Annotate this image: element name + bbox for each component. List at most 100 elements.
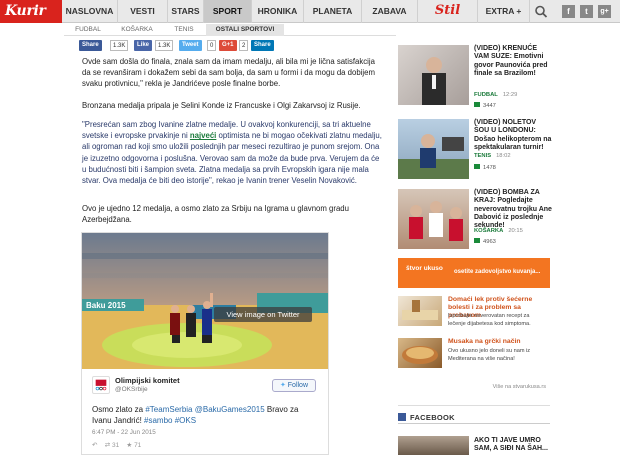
nav-tab-zabava[interactable]: ZABAVA (362, 0, 418, 23)
linkedin-share-button[interactable]: Share (251, 40, 274, 51)
comments-icon (474, 164, 480, 169)
related-news-item[interactable]: (VIDEO) BOMBA ZA KRAJ: Pogledajte nevero… (398, 189, 553, 257)
site-logo[interactable]: Kurir (0, 0, 62, 23)
article-inline-link[interactable]: najveći (190, 131, 216, 140)
recipe-item[interactable]: Domaći lek protiv šećerne bolesti i za p… (398, 296, 550, 330)
news-category[interactable]: KOŠARKA (474, 228, 503, 234)
news-meta: FUDBAL 12:29 (474, 92, 517, 98)
reply-icon[interactable]: ↶ (92, 442, 97, 449)
article-paragraph-1: Ovde sam došla do finala, znala sam da i… (82, 57, 375, 89)
news-category[interactable]: FUDBAL (474, 92, 498, 98)
sidebar-divider (398, 405, 550, 406)
hashtag-link[interactable]: #TeamSerbia (145, 405, 192, 414)
tweet-timestamp[interactable]: 6:47 PM - 22 Jun 2015 (92, 429, 156, 436)
tweet-author-name[interactable]: Olimpijski komitet (115, 376, 180, 385)
tweet-button[interactable]: Tweet (179, 40, 202, 51)
nav-stil-logo[interactable]: Stil (418, 0, 478, 23)
google-plus-button[interactable]: G+1 (219, 40, 237, 51)
google-plus-icon[interactable]: g+ (598, 5, 611, 18)
facebook-like-button[interactable]: Like (134, 40, 153, 51)
subnav-tab-tenis[interactable]: TENIS (162, 24, 206, 36)
subnav-tab-fudbal[interactable]: FUDBAL (64, 24, 112, 36)
favorite-count: 71 (134, 442, 142, 449)
article-quote-paragraph: "Presrećan sam zbog Ivanine zlatne medal… (82, 119, 382, 186)
nav-tab-stars[interactable]: STARS (168, 0, 204, 23)
embedded-tweet: Baku 2015 View image on Twitter Olimpijs… (81, 232, 329, 455)
hashtag-link[interactable]: #sambo (144, 416, 172, 425)
facebook-icon (398, 413, 406, 421)
sport-subnavigation: FUDBAL KOŠARKA TENIS OSTALI SPORTOVI (64, 24, 396, 36)
news-thumbnail[interactable] (398, 189, 469, 249)
news-meta: KOŠARKA 20:15 (474, 228, 523, 234)
twitter-icon[interactable]: t (580, 5, 593, 18)
news-time: 12:29 (502, 92, 518, 98)
news-count: 3447 (474, 102, 496, 109)
follow-label: Follow (287, 382, 309, 389)
google-plus-count: 2 (239, 40, 249, 51)
tweet-text-prefix: Osmo zlato za (92, 405, 146, 414)
olympic-committee-avatar[interactable] (92, 376, 110, 394)
nav-tab-sport[interactable]: SPORT (204, 0, 252, 23)
news-title[interactable]: (VIDEO) NOLETOV ŠOU U LONDONU: Došao hel… (474, 119, 552, 152)
related-news-item[interactable]: (VIDEO) NOLETOV ŠOU U LONDONU: Došao hel… (398, 119, 553, 187)
retweet-count: 31 (111, 442, 120, 449)
recipe-description: Ovo ukusno jelo doneli su nam iz Mediter… (448, 348, 531, 362)
facebook-post-title[interactable]: AKO TI JAVE UMRO SAM, A SIĐI NA ŠAH... (474, 437, 552, 454)
tweet-count: 0 (207, 40, 217, 51)
facebook-like-count: 1.3K (155, 40, 174, 51)
search-icon[interactable] (534, 5, 548, 18)
recipe-thumbnail[interactable] (398, 338, 442, 368)
top-navigation: Kurir NASLOVNA VESTI STARS SPORT HRONIKA… (0, 0, 620, 23)
news-meta: TENIS 18:02 (474, 153, 511, 159)
favorite-icon[interactable]: ★ (126, 442, 132, 449)
tweet-image-banner-text: Baku 2015 (86, 301, 126, 310)
twitter-bird-icon: ✦ (279, 382, 288, 389)
tweet-text: Osmo zlato za #TeamSerbia @BakuGames2015… (92, 404, 318, 426)
nav-tab-hronika[interactable]: HRONIKA (252, 0, 304, 23)
news-time: 20:15 (508, 228, 523, 234)
comments-icon (474, 238, 480, 243)
nav-tab-vesti[interactable]: VESTI (118, 0, 168, 23)
facebook-share-count: 1.3K (110, 40, 129, 51)
news-count-value: 1478 (483, 165, 496, 171)
facebook-heading: FACEBOOK (410, 413, 455, 422)
related-news-item[interactable]: (VIDEO) KRENUĆE VAM SUZE: Emotivni govor… (398, 45, 553, 113)
subnav-tab-kosarka[interactable]: KOŠARKA (112, 24, 162, 36)
news-title[interactable]: (VIDEO) BOMBA ZA KRAJ: Pogledajte nevero… (474, 189, 552, 230)
subnav-tab-ostali-sportovi[interactable]: OSTALI SPORTOVI (206, 24, 284, 36)
hashtag-link[interactable]: #OKS (175, 416, 196, 425)
facebook-icon[interactable]: f (562, 5, 575, 18)
facebook-section-header: FACEBOOK (398, 411, 550, 424)
nav-extra-menu[interactable]: EXTRA + (478, 0, 530, 23)
facebook-share-button[interactable]: Share (79, 40, 102, 51)
news-title[interactable]: (VIDEO) KRENUĆE VAM SUZE: Emotivni govor… (474, 45, 552, 78)
article-paragraph-2: Bronzana medalja pripala je Selini Konde… (82, 101, 361, 110)
news-category[interactable]: TENIS (474, 153, 491, 159)
tweet-author-handle[interactable]: @OKSrbije (115, 386, 148, 393)
tweet-photo[interactable]: Baku 2015 View image on Twitter (82, 233, 328, 369)
recipe-footer: Više na stvarukusa.rs (398, 384, 550, 394)
news-thumbnail[interactable] (398, 119, 469, 179)
recipe-source-link[interactable]: Više na stvarukusa.rs (493, 384, 546, 390)
news-count-value: 4963 (483, 239, 496, 245)
news-count: 4963 (474, 238, 496, 245)
recipe-title[interactable]: Musaka na grčki način (448, 338, 521, 345)
news-thumbnail[interactable] (398, 45, 469, 105)
recipe-item[interactable]: Musaka na grčki način Ovo ukusno jelo do… (398, 338, 550, 372)
follow-button[interactable]: ✦ Follow (272, 379, 316, 392)
facebook-post-item[interactable]: AKO TI JAVE UMRO SAM, A SIĐI NA ŠAH... (398, 436, 550, 455)
retweet-icon[interactable]: ⇄ (105, 442, 110, 449)
tweet-actions: ↶ ⇄ 31 ★ 71 (92, 441, 141, 449)
facebook-post-thumbnail[interactable] (398, 436, 469, 455)
promo-text: osetite zadovoljstvo kuvanja... (454, 269, 541, 275)
nav-tab-planeta[interactable]: PLANETA (304, 0, 362, 23)
news-count-value: 3447 (483, 103, 496, 109)
recipe-promo-banner[interactable]: štvor ukuso osetite zadovoljstvo kuvanja… (398, 258, 550, 288)
view-image-on-twitter-button[interactable]: View image on Twitter (214, 307, 312, 322)
recipe-thumbnail[interactable] (398, 296, 442, 326)
comments-icon (474, 102, 480, 107)
mention-link[interactable]: @BakuGames2015 (195, 405, 265, 414)
news-time: 18:02 (496, 153, 511, 159)
nav-tab-naslovna[interactable]: NASLOVNA (62, 0, 118, 23)
promo-brand: štvor ukuso (406, 265, 443, 272)
